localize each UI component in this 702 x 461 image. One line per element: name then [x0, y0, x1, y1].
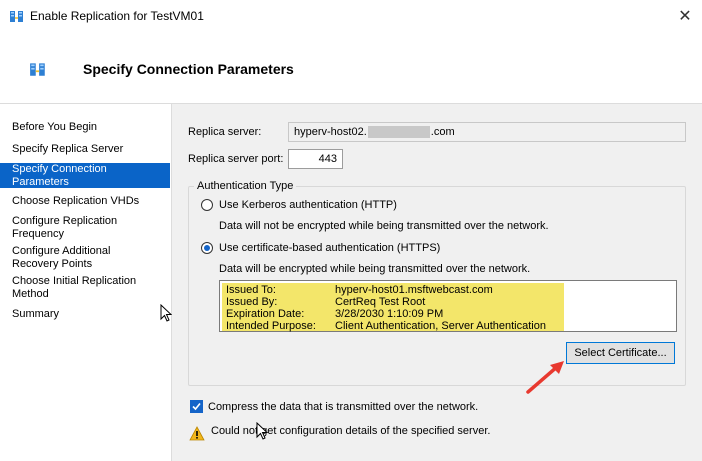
sidebar-item-choose-initial-replication-method[interactable]: Choose Initial Replication Method [0, 275, 170, 301]
connection-parameters-panel: Replica server: hyperv-host02. .com Repli… [172, 104, 702, 461]
page-header: Specify Connection Parameters [0, 32, 702, 104]
sidebar-item-before-you-begin[interactable]: Before You Begin [0, 121, 170, 134]
replica-server-label: Replica server: [188, 126, 262, 138]
replication-icon [30, 63, 45, 76]
checkmark-icon [192, 402, 201, 411]
sidebar-item-choose-replication-vhds[interactable]: Choose Replication VHDs [0, 195, 170, 208]
wizard-steps: Before You Begin Specify Replica Server … [0, 104, 172, 461]
sidebar-item-specify-connection-parameters[interactable]: Specify Connection Parameters [0, 163, 170, 188]
title-bar: Enable Replication for TestVM01 ✕ [0, 0, 702, 32]
sidebar-item-summary[interactable]: Summary [0, 308, 170, 321]
replication-icon [10, 11, 23, 22]
sidebar-item-configure-replication-frequency[interactable]: Configure Replication Frequency [0, 215, 170, 241]
window-title: Enable Replication for TestVM01 [30, 9, 204, 23]
replica-port-label: Replica server port: [188, 153, 284, 165]
sidebar-item-specify-replica-server[interactable]: Specify Replica Server [0, 143, 170, 156]
certificate-label[interactable]: Use certificate-based authentication (HT… [219, 242, 440, 254]
sidebar-item-configure-recovery-points[interactable]: Configure Additional Recovery Points [0, 245, 170, 271]
replica-server-field[interactable]: hyperv-host02. .com [288, 122, 686, 142]
annotation-arrow-icon [526, 361, 564, 394]
close-icon[interactable]: ✕ [672, 4, 698, 28]
warning-icon [189, 426, 205, 441]
kerberos-description: Data will not be encrypted while being t… [219, 220, 549, 232]
mouse-cursor-icon [160, 304, 172, 322]
warning-message: Could not get configuration details of t… [211, 425, 491, 437]
select-certificate-button[interactable]: Select Certificate... [566, 342, 675, 364]
compress-label[interactable]: Compress the data that is transmitted ov… [208, 401, 478, 413]
certificate-description: Data will be encrypted while being trans… [219, 263, 531, 275]
replica-server-suffix: .com [430, 126, 455, 138]
compress-checkbox[interactable] [190, 400, 203, 413]
authentication-group-title: Authentication Type [194, 180, 297, 192]
kerberos-radio[interactable] [201, 199, 213, 211]
kerberos-label[interactable]: Use Kerberos authentication (HTTP) [219, 199, 397, 211]
certificate-radio[interactable] [201, 242, 213, 254]
page-title: Specify Connection Parameters [83, 61, 294, 77]
text-cursor-icon [256, 422, 268, 440]
certificate-details-box: Issued To: hyperv-host01.msftwebcast.com… [219, 280, 677, 332]
redacted-domain [367, 126, 430, 139]
replica-port-input[interactable]: 443 [288, 149, 343, 169]
replica-server-prefix: hyperv-host02. [294, 126, 367, 138]
